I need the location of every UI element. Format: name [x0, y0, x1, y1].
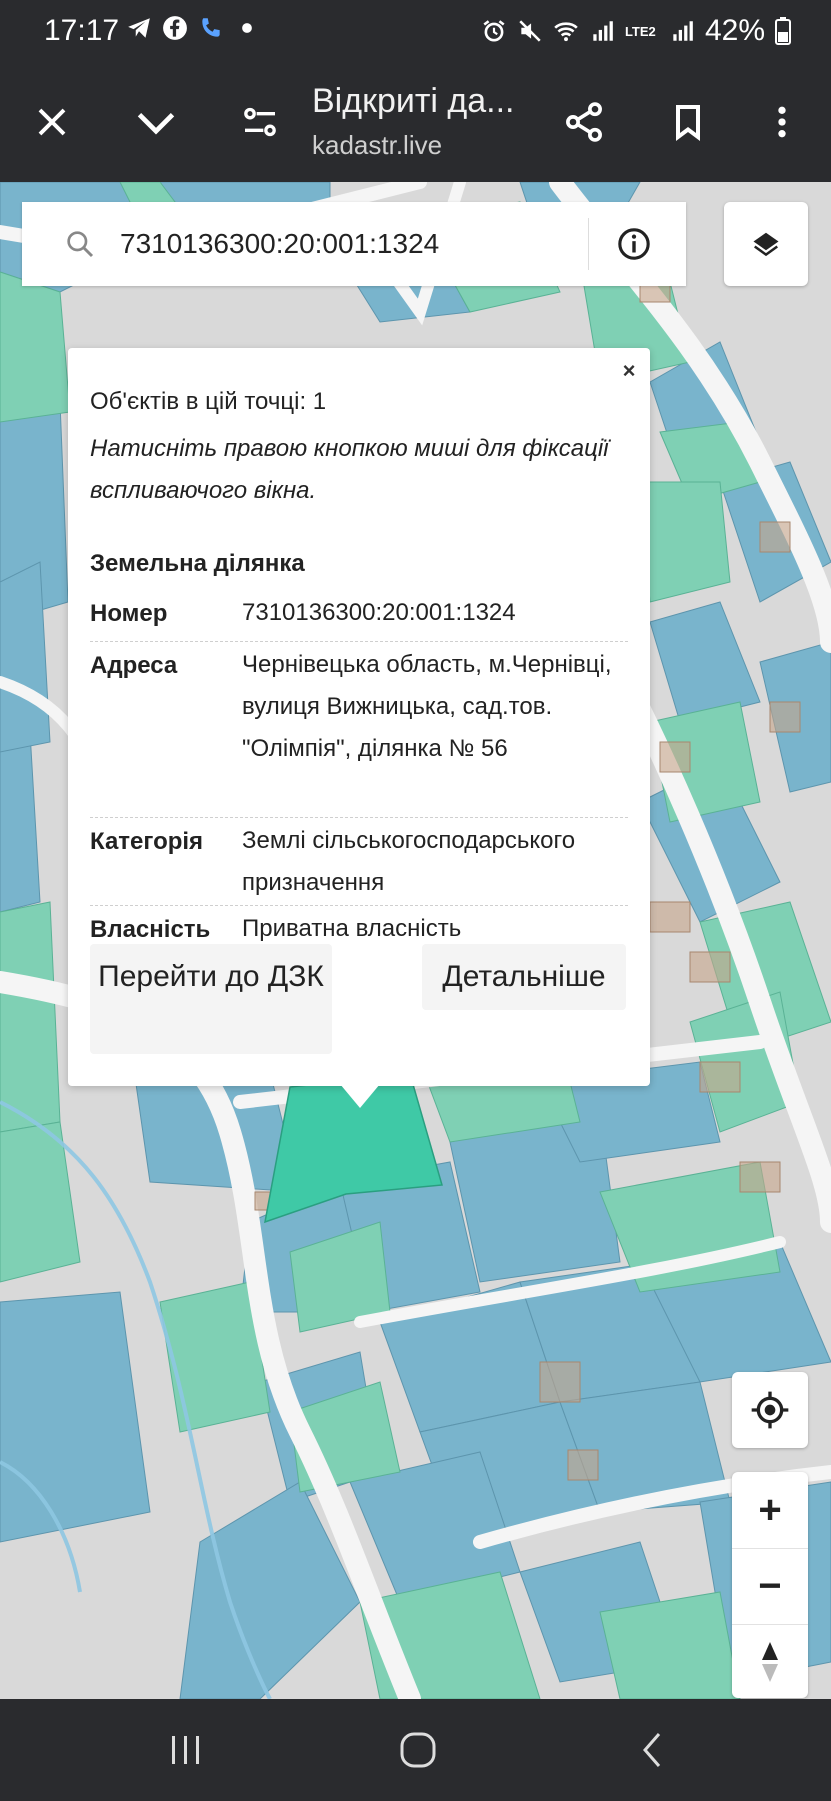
signal-icon	[593, 21, 613, 41]
details-button[interactable]: Детальніше	[422, 944, 626, 1010]
bookmark-icon	[676, 105, 700, 141]
home-icon	[400, 1732, 436, 1768]
minimize-button[interactable]	[126, 92, 186, 152]
browser-toolbar: Відкриті да... kadastr.live	[0, 62, 831, 182]
property-value: Землі сільськогосподарського призначення	[242, 827, 576, 896]
back-icon	[643, 1733, 661, 1767]
chevron-down-icon	[137, 112, 175, 135]
goto-dzk-button[interactable]: Перейти до ДЗК	[90, 944, 332, 1054]
wifi-icon	[554, 22, 578, 42]
property-row-number: Номер 7310136300:20:001:1324	[90, 596, 628, 642]
menu-button[interactable]	[752, 92, 812, 152]
info-button[interactable]	[612, 222, 656, 266]
property-row-address: Адреса Чернівецька область, м.Чернівці, …	[90, 642, 628, 818]
facebook-icon	[163, 16, 187, 40]
parcel-popup: × Об'єктів в цій точці: 1 Натисніть прав…	[68, 348, 650, 1086]
close-tab-button[interactable]	[22, 92, 82, 152]
battery-icon	[775, 17, 791, 45]
phone-call-icon	[202, 18, 220, 37]
property-key: Категорія	[90, 828, 204, 855]
dot-icon	[242, 23, 252, 33]
popup-close-button[interactable]: ×	[618, 360, 640, 382]
back-button[interactable]	[622, 1725, 682, 1775]
layers-button[interactable]	[724, 202, 808, 286]
recent-apps-icon	[172, 1736, 199, 1764]
bookmark-button[interactable]	[658, 92, 718, 152]
zoom-out-button[interactable]: −	[732, 1548, 808, 1624]
search-box	[22, 202, 686, 286]
locate-button[interactable]	[732, 1372, 808, 1448]
popup-hint: Натисніть правою кнопкою миші для фіксац…	[90, 435, 609, 504]
zoom-in-button[interactable]: +	[732, 1472, 808, 1548]
my-location-icon	[751, 1391, 789, 1429]
site-settings-button[interactable]	[230, 92, 290, 152]
property-row-category: Категорія Землі сільськогосподарського п…	[90, 818, 628, 906]
search-divider	[588, 218, 589, 270]
objects-count: Об'єктів в цій точці: 1	[90, 388, 327, 415]
share-button[interactable]	[554, 92, 614, 152]
telegram-icon	[128, 18, 150, 38]
property-value: Чернівецька область, м.Чернівці, вулиця …	[242, 651, 612, 762]
layers-icon	[753, 232, 779, 257]
property-key: Номер	[90, 600, 168, 627]
status-bar: 17:17 LTE2 42%	[0, 0, 831, 62]
search-input[interactable]	[120, 202, 590, 286]
zoom-controls: + −	[732, 1472, 808, 1698]
alarm-icon	[483, 20, 505, 42]
info-icon	[618, 228, 650, 260]
property-value: 7310136300:20:001:1324	[242, 599, 516, 626]
property-row-ownership: Власність Приватна власність	[90, 906, 628, 946]
mute-icon	[519, 20, 541, 42]
share-icon	[566, 102, 602, 142]
signal-icon	[673, 21, 693, 41]
page-url: kadastr.live	[312, 130, 443, 160]
system-nav-bar	[0, 1699, 831, 1801]
popup-pointer	[340, 1084, 380, 1108]
compass-icon	[762, 1642, 778, 1682]
status-time: 17:17	[44, 14, 120, 47]
compass-button[interactable]	[732, 1624, 808, 1700]
close-icon	[38, 108, 66, 136]
property-key: Власність	[90, 916, 211, 943]
more-vert-icon	[778, 106, 786, 138]
section-title: Земельна ділянка	[90, 550, 305, 577]
network-label: LTE2	[624, 23, 656, 39]
battery-percent: 42%	[704, 14, 765, 47]
recent-apps-button[interactable]	[156, 1725, 216, 1775]
home-button[interactable]	[388, 1725, 448, 1775]
page-title: Відкриті да...	[312, 82, 515, 120]
search-icon	[67, 231, 94, 258]
tune-icon	[244, 107, 276, 137]
property-key: Адреса	[90, 652, 178, 679]
